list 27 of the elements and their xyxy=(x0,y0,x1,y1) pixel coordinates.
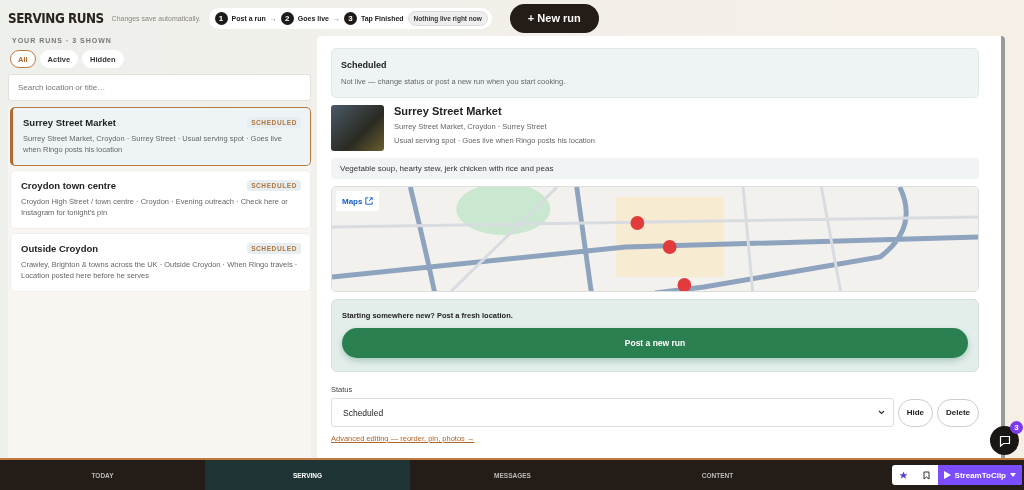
star-icon[interactable] xyxy=(898,470,908,480)
status-select[interactable]: Scheduled xyxy=(331,398,894,427)
notification-badge: 3 xyxy=(1010,421,1023,434)
bookmark-icon[interactable] xyxy=(922,470,930,480)
run-title: Surrey Street Market xyxy=(394,105,503,117)
post-run-button[interactable]: Post a new run xyxy=(342,328,968,358)
run-title: Surrey Street Market xyxy=(23,117,116,128)
action-button[interactable]: Hide xyxy=(897,398,933,427)
step-number: 2 xyxy=(280,11,294,25)
step-number: 3 xyxy=(343,11,357,25)
menu-text: Vegetable soup, hearty stew, jerk chicken with rice and peas xyxy=(331,158,979,179)
step-number: 1 xyxy=(214,11,228,25)
maps-link[interactable]: Maps xyxy=(336,191,380,211)
status-title: Scheduled xyxy=(341,60,388,70)
extension-button[interactable]: StreamToClip xyxy=(937,465,1022,485)
run-title: Outside Croydon xyxy=(21,243,99,254)
new-run-button[interactable]: + New run xyxy=(509,3,599,33)
search-field[interactable]: Search location or title… xyxy=(8,74,311,101)
action-button[interactable]: Delete xyxy=(937,398,979,427)
page-title: SERVING RUNS xyxy=(8,9,104,27)
caret-icon xyxy=(1010,473,1016,477)
run-title: Croydon town centre xyxy=(21,180,116,191)
chat-icon xyxy=(998,434,1011,447)
play-icon xyxy=(943,471,951,479)
photo-placeholder xyxy=(331,105,384,151)
chevron-down-icon xyxy=(877,410,885,415)
external-link-icon xyxy=(365,197,374,205)
